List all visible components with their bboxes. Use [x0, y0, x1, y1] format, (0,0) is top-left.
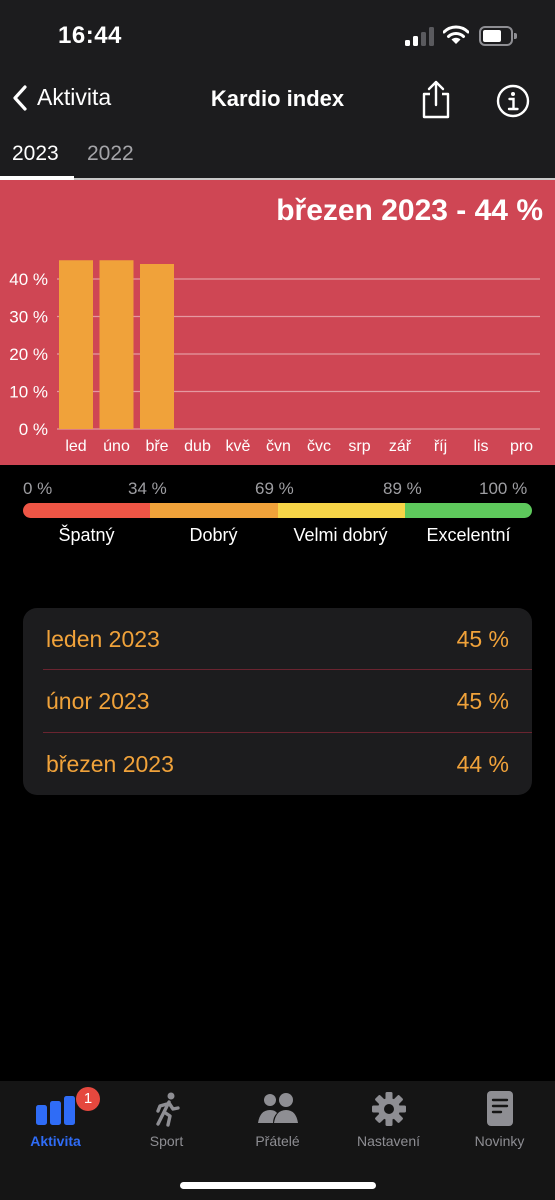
back-button[interactable]: Aktivita — [12, 84, 111, 111]
scale-tick: 69 % — [255, 479, 294, 498]
chart-bar[interactable] — [99, 260, 134, 429]
tab-label: Nastavení — [356, 1133, 421, 1149]
info-icon[interactable] — [496, 84, 530, 118]
signal-icon — [405, 27, 435, 46]
x-tick-label: kvě — [226, 438, 251, 455]
x-tick-label: zář — [389, 438, 412, 455]
scale-label-very-good: Velmi dobrý — [293, 525, 388, 545]
x-tick-label: čvn — [266, 438, 291, 455]
list-item-month: březen 2023 — [46, 750, 174, 777]
friends-icon — [257, 1093, 298, 1123]
list-item-value: 44 % — [456, 750, 509, 777]
activity-bars-icon — [35, 1096, 75, 1125]
y-tick-label: 30 % — [9, 308, 48, 327]
tab-pratele[interactable]: Přátelé — [222, 1081, 333, 1157]
tab-label: Sport — [149, 1133, 184, 1149]
tab-nastaveni[interactable]: Nastavení — [333, 1081, 444, 1157]
gear-icon — [371, 1092, 406, 1126]
year-tabs: 2023 2022 — [0, 128, 555, 180]
share-icon[interactable] — [420, 80, 452, 120]
x-tick-label: úno — [103, 438, 130, 455]
scale-tick: 0 % — [23, 479, 53, 498]
tab-label: Aktivita — [30, 1133, 81, 1149]
tab-label: Novinky — [474, 1133, 525, 1149]
x-tick-label: čvc — [307, 438, 331, 455]
chart-headline: březen 2023 - 44 % — [276, 194, 543, 227]
tab-sport[interactable]: Sport — [111, 1081, 222, 1157]
navigation-bar: Aktivita Kardio index — [0, 72, 555, 128]
chart-bar[interactable] — [59, 260, 93, 429]
scale-tick: 89 % — [383, 479, 422, 498]
header-area: 16:44 Aktivita Kardio index 2023 2022 — [0, 0, 555, 180]
y-tick-label: 10 % — [9, 383, 48, 402]
tab-novinky[interactable]: Novinky — [444, 1081, 555, 1157]
tab-aktivita[interactable]: 1 Aktivita — [0, 1081, 111, 1157]
x-tick-label: led — [65, 438, 86, 455]
back-label: Aktivita — [37, 84, 112, 110]
scale-segment-poor — [23, 503, 151, 518]
x-tick-label: říj — [434, 438, 447, 455]
scale-segment-good — [150, 503, 278, 518]
tab-label: Přátelé — [255, 1133, 300, 1149]
chart-panel: 0 % 10 % 20 % 30 % 40 % led úno bře dub kvě čvn čvc… — [0, 180, 555, 465]
scale-label-excellent: Excelentní — [426, 525, 511, 545]
status-time: 16:44 — [58, 22, 122, 49]
x-tick-label: dub — [184, 438, 211, 455]
home-indicator — [180, 1182, 376, 1189]
news-icon — [486, 1091, 513, 1126]
list-item[interactable]: únor 2023 45 % — [23, 670, 532, 732]
list-item-month: leden 2023 — [46, 625, 160, 652]
scale-segment-very-good — [277, 503, 405, 518]
list-item[interactable]: leden 2023 45 % — [23, 608, 532, 670]
x-tick-label: lis — [473, 438, 488, 455]
list-item-value: 45 % — [456, 625, 509, 652]
y-tick-label: 20 % — [9, 345, 48, 364]
notification-badge: 1 — [76, 1087, 100, 1111]
scale-tick: 34 % — [128, 479, 167, 498]
list-item[interactable]: březen 2023 44 % — [23, 733, 532, 795]
scale-label-good: Dobrý — [189, 525, 238, 545]
x-tick-label: pro — [510, 438, 533, 455]
y-tick-label: 40 % — [9, 270, 48, 289]
scale-segment-excellent — [404, 503, 532, 518]
tab-2023[interactable]: 2023 — [12, 142, 59, 166]
monthly-results-list: leden 2023 45 % únor 2023 45 % březen 20… — [23, 608, 532, 795]
chart-bar[interactable] — [140, 264, 174, 429]
status-bar: 16:44 — [0, 0, 555, 72]
scale-label-poor: Špatný — [58, 525, 115, 545]
wifi-icon — [443, 25, 469, 44]
list-item-month: únor 2023 — [46, 687, 150, 714]
tab-2022[interactable]: 2022 — [87, 142, 134, 166]
list-item-value: 45 % — [456, 687, 509, 714]
y-tick-label: 0 % — [19, 420, 48, 439]
rating-scale-bar — [23, 503, 532, 518]
x-tick-label: bře — [145, 438, 168, 455]
running-icon — [155, 1092, 180, 1127]
battery-icon — [479, 26, 517, 46]
x-tick-label: srp — [348, 438, 370, 455]
chevron-left-icon — [13, 84, 27, 111]
scale-tick: 100 % — [479, 479, 528, 498]
